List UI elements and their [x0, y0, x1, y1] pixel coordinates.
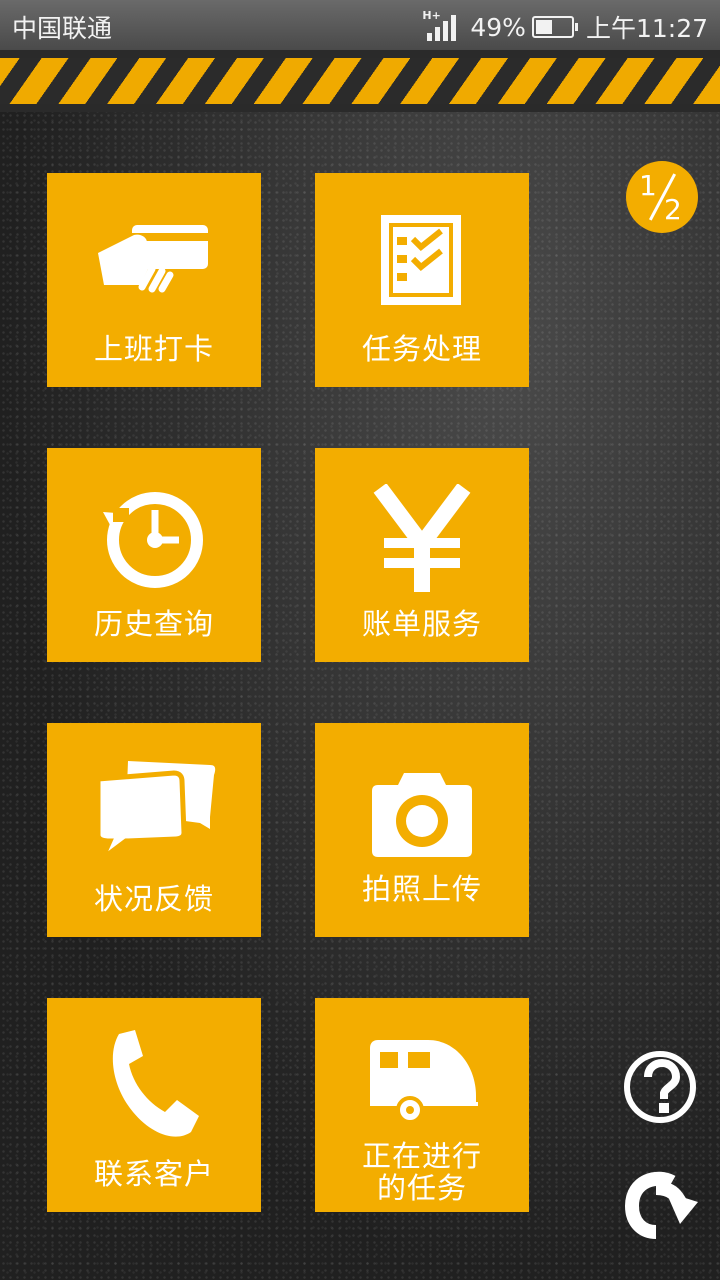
tile-label: 任务处理	[361, 332, 482, 366]
checklist-icon	[315, 213, 529, 323]
tile-label: 联系客户	[93, 1157, 214, 1191]
page-indicator[interactable]: 1 2	[626, 161, 698, 233]
history-clock-icon	[47, 488, 261, 598]
status-indicators: H+ 49% 上午11:27	[422, 9, 708, 45]
help-icon	[624, 1051, 696, 1123]
tile-ongoing-tasks[interactable]: 正在进行 的任务	[315, 998, 529, 1212]
page-current: 1	[639, 169, 657, 202]
battery-icon	[531, 16, 578, 38]
network-type: H+	[422, 9, 441, 22]
clock: 上午11:27	[585, 14, 708, 43]
tile-label: 状况反馈	[93, 882, 214, 916]
tile-clock-in[interactable]: 上班打卡	[47, 173, 261, 387]
card-swipe-icon	[47, 213, 261, 323]
page-total: 2	[664, 193, 682, 226]
caravan-icon	[315, 1036, 529, 1146]
tile-label: 上班打卡	[93, 332, 214, 366]
tile-label: 账单服务	[361, 607, 482, 641]
tile-label-line2: 的任务	[376, 1171, 467, 1205]
tile-label: 历史查询	[93, 607, 214, 641]
tile-history[interactable]: 历史查询	[47, 448, 261, 662]
hazard-stripe-banner	[0, 50, 720, 112]
refresh-icon	[624, 1171, 698, 1239]
status-bar: 中国联通 H+ 49% 上午11:27	[0, 0, 720, 50]
help-button[interactable]	[622, 1049, 698, 1125]
tile-task-processing[interactable]: 任务处理	[315, 173, 529, 387]
tile-label: 拍照上传	[361, 872, 482, 906]
tile-billing[interactable]: 账单服务	[315, 448, 529, 662]
chat-bubbles-icon	[47, 753, 261, 863]
tile-photo-upload[interactable]: 拍照上传	[315, 723, 529, 937]
carrier-name: 中国联通	[12, 14, 113, 43]
camera-icon	[315, 767, 529, 877]
tile-label-line1: 正在进行	[361, 1139, 482, 1173]
tile-contact-customer[interactable]: 联系客户	[47, 998, 261, 1212]
battery-percent: 49%	[470, 12, 526, 42]
yen-icon	[315, 484, 529, 594]
refresh-button[interactable]	[622, 1166, 698, 1242]
tile-feedback[interactable]: 状况反馈	[47, 723, 261, 937]
signal-icon: H+	[422, 9, 457, 41]
phone-icon	[47, 1026, 261, 1137]
tile-label: 正在进行 的任务	[315, 1140, 529, 1204]
